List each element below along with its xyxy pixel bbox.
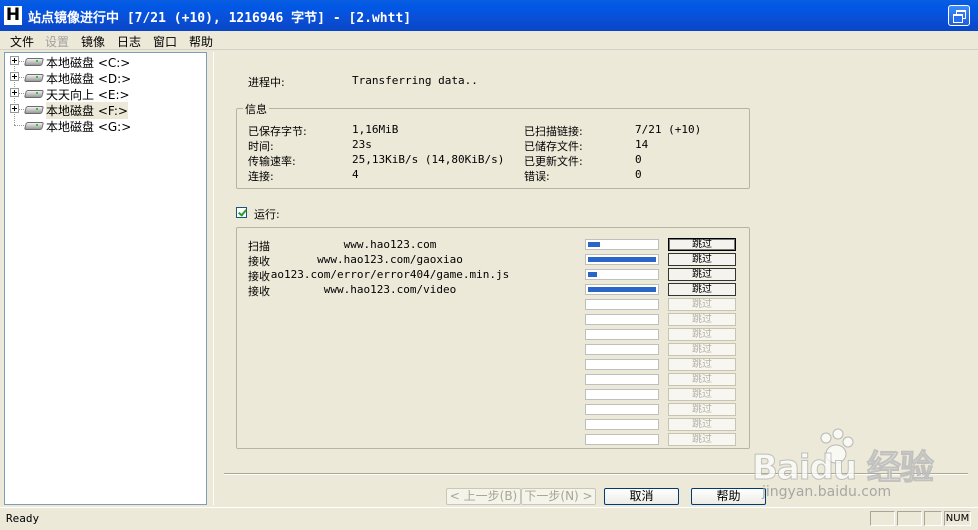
skip-button[interactable]: 跳过 — [668, 253, 736, 266]
drive-icon — [25, 88, 41, 98]
divider — [224, 473, 968, 475]
transfer-progress-bar — [585, 284, 659, 295]
expand-icon[interactable] — [10, 88, 19, 97]
expand-icon[interactable] — [10, 72, 19, 81]
progress-value: Transferring data.. — [352, 74, 478, 87]
app-icon: H — [4, 5, 22, 25]
progress-fill — [588, 242, 600, 247]
menu-settings[interactable]: 设置 — [45, 33, 69, 50]
drive-icon — [25, 72, 41, 82]
info-value: 0 — [635, 153, 642, 166]
menu-file[interactable]: 文件 — [10, 33, 34, 50]
info-value: 7/21 (+10) — [635, 123, 702, 136]
status-text: Ready — [6, 512, 40, 525]
transfer-progress-bar — [585, 314, 659, 325]
status-pane — [897, 511, 922, 526]
info-label: 已储存文件: — [524, 140, 583, 153]
cancel-button[interactable]: 取消 — [604, 488, 679, 505]
transfer-progress-bar — [585, 404, 659, 415]
transfer-progress-bar — [585, 254, 659, 265]
skip-button[interactable]: 跳过 — [668, 358, 736, 371]
skip-button[interactable]: 跳过 — [668, 328, 736, 341]
drive-icon — [25, 56, 41, 66]
transfer-url: www.hao123.com/gaoxiao — [317, 253, 463, 266]
menu-mirror[interactable]: 镜像 — [81, 33, 105, 50]
skip-button[interactable]: 跳过 — [668, 313, 736, 326]
transfer-progress-bar — [585, 374, 659, 385]
skip-button[interactable]: 跳过 — [668, 298, 736, 311]
drive-icon — [25, 120, 41, 130]
info-label: 已保存字节: — [248, 125, 307, 138]
tree-item-d-drive[interactable]: 本地磁盘 <D:> — [5, 69, 205, 86]
transfer-url: www.hao123.com — [343, 238, 437, 251]
progress-fill — [588, 257, 656, 262]
skip-button[interactable]: 跳过 — [668, 403, 736, 416]
num-lock-indicator: NUM — [944, 511, 971, 526]
status-pane — [870, 511, 895, 526]
info-value: 1,16MiB — [352, 123, 399, 136]
transfer-progress-bar — [585, 269, 659, 280]
mirror-progress-panel: 进程中: Transferring data.. 信息 已保存字节: 1,16M… — [213, 52, 978, 505]
info-value: 14 — [635, 138, 649, 151]
skip-button[interactable]: 跳过 — [668, 283, 736, 296]
skip-button[interactable]: 跳过 — [668, 418, 736, 431]
info-value: 0 — [635, 168, 642, 181]
info-label: 时间: — [248, 140, 274, 153]
transfer-progress-bar — [585, 389, 659, 400]
progress-fill — [588, 272, 597, 277]
drive-icon — [25, 104, 41, 114]
skip-button[interactable]: 跳过 — [668, 343, 736, 356]
menu-log[interactable]: 日志 — [117, 33, 141, 50]
info-label: 已更新文件: — [524, 155, 583, 168]
transfer-progress-bar — [585, 299, 659, 310]
info-value: 25,13KiB/s (14,80KiB/s) — [352, 153, 505, 166]
info-label: 连接: — [248, 170, 274, 183]
window-title: 站点镜像进行中 [7/21 (+10), 1216946 字节] - [2.wh… — [28, 11, 412, 26]
progress-fill — [588, 287, 656, 292]
transfer-progress-bar — [585, 434, 659, 445]
expand-icon[interactable] — [10, 56, 19, 65]
info-label: 传输速率: — [248, 155, 296, 168]
title-bar: H 站点镜像进行中 [7/21 (+10), 1216946 字节] - [2.… — [0, 0, 978, 31]
info-value: 23s — [352, 138, 372, 151]
tree-item-f-drive[interactable]: 本地磁盘 <F:> — [5, 101, 205, 119]
tree-connector — [14, 125, 24, 126]
help-button[interactable]: 帮助 — [691, 488, 766, 505]
running-label: 运行: — [254, 208, 280, 221]
transfer-url: ao123.com/error/error404/game.min.js — [270, 268, 510, 281]
tree-item-g-drive[interactable]: 本地磁盘 <G:> — [5, 117, 205, 134]
status-bar: Ready NUM — [0, 507, 978, 530]
transfer-progress-bar — [585, 359, 659, 370]
tree-item-label: 本地磁盘 <G:> — [46, 120, 132, 134]
next-button[interactable]: 下一步(N) > — [521, 488, 596, 505]
progress-label: 进程中: — [248, 76, 285, 89]
transfer-progress-bar — [585, 344, 659, 355]
tree-item-e-drive[interactable]: 天天向上 <E:> — [5, 85, 205, 102]
info-group-title: 信息 — [243, 101, 269, 117]
info-group: 信息 — [236, 101, 750, 189]
transfer-url: www.hao123.com/video — [323, 283, 457, 296]
menu-window[interactable]: 窗口 — [153, 33, 177, 50]
drive-tree[interactable]: 本地磁盘 <C:> 本地磁盘 <D:> 天天向上 <E:> 本地磁盘 <F:> … — [4, 52, 207, 505]
transfer-progress-bar — [585, 419, 659, 430]
menu-bar: 文件 设置 镜像 日志 窗口 帮助 — [0, 31, 978, 50]
back-button[interactable]: < 上一步(B) — [446, 488, 521, 505]
skip-button[interactable]: 跳过 — [668, 433, 736, 446]
info-label: 已扫描链接: — [524, 125, 583, 138]
restore-window-button[interactable] — [948, 5, 970, 26]
status-pane — [924, 511, 942, 526]
skip-button[interactable]: 跳过 — [668, 388, 736, 401]
info-label: 错误: — [524, 170, 550, 183]
skip-button[interactable]: 跳过 — [668, 268, 736, 281]
skip-button[interactable]: 跳过 — [668, 373, 736, 386]
transfer-progress-bar — [585, 239, 659, 250]
info-value: 4 — [352, 168, 359, 181]
transfer-progress-bar — [585, 329, 659, 340]
tree-item-c-drive[interactable]: 本地磁盘 <C:> — [5, 53, 205, 70]
running-checkbox[interactable] — [236, 207, 247, 218]
skip-button[interactable]: 跳过 — [668, 238, 736, 251]
expand-icon[interactable] — [10, 104, 19, 113]
menu-help[interactable]: 帮助 — [189, 33, 213, 50]
